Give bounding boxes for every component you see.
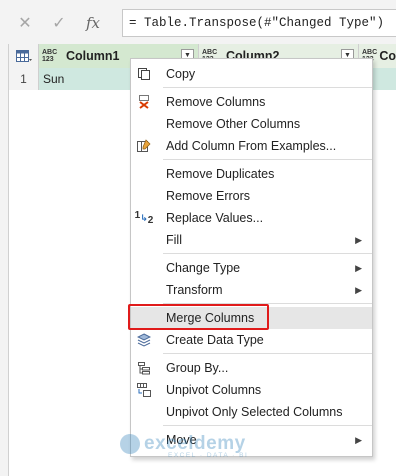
menu-item-merge-columns[interactable]: Merge Columns (131, 307, 372, 329)
cancel-formula-button[interactable]: ✕ (8, 9, 42, 37)
add-column-examples-icon (135, 138, 153, 154)
table-menu-button[interactable] (9, 44, 39, 68)
checkmark-icon: ✓ (52, 15, 66, 32)
menu-item-transform[interactable]: Transform ▶ (131, 279, 372, 301)
group-by-icon (135, 360, 153, 376)
menu-item-remove-duplicates[interactable]: Remove Duplicates (131, 163, 372, 185)
formula-bar: ✕ ✓ fx = Table.Transpose(#"Changed Type"… (0, 0, 396, 44)
menu-separator (163, 253, 372, 254)
formula-input[interactable]: = Table.Transpose(#"Changed Type") (122, 9, 396, 37)
submenu-arrow-icon: ▶ (355, 285, 362, 295)
menu-item-replace-values[interactable]: 1 ↳ 2 Replace Values... (131, 207, 372, 229)
watermark: exceldemy EXCEL · DATA · BI (120, 424, 280, 464)
copy-icon (135, 66, 153, 82)
menu-separator (163, 353, 372, 354)
menu-item-copy[interactable]: Copy (131, 63, 372, 85)
submenu-arrow-icon: ▶ (355, 235, 362, 245)
unpivot-icon (135, 382, 153, 398)
menu-item-group-by[interactable]: Group By... (131, 357, 372, 379)
menu-item-create-data-type[interactable]: Create Data Type (131, 329, 372, 351)
menu-separator (163, 87, 372, 88)
table-icon (15, 49, 32, 62)
table-cell[interactable]: Sun (43, 68, 64, 90)
menu-item-remove-columns[interactable]: Remove Columns (131, 91, 372, 113)
submenu-arrow-icon: ▶ (355, 263, 362, 273)
confirm-formula-button[interactable]: ✓ (42, 9, 76, 37)
close-icon: ✕ (18, 15, 32, 32)
watermark-subtitle: EXCEL · DATA · BI (168, 452, 249, 459)
fx-icon: fx (85, 14, 100, 32)
type-any-icon[interactable]: ABC123 (42, 49, 64, 63)
menu-item-remove-errors[interactable]: Remove Errors (131, 185, 372, 207)
column-title: Co (379, 49, 396, 63)
menu-item-add-column-from-examples[interactable]: Add Column From Examples... (131, 135, 372, 157)
menu-item-change-type[interactable]: Change Type ▶ (131, 257, 372, 279)
menu-item-remove-other-columns[interactable]: Remove Other Columns (131, 113, 372, 135)
menu-separator (163, 303, 372, 304)
column-context-menu: Copy Remove Columns Remove Other Columns… (130, 58, 373, 457)
menu-item-unpivot-only-selected-columns[interactable]: Unpivot Only Selected Columns (131, 401, 372, 423)
replace-values-icon: 1 ↳ 2 (134, 209, 154, 226)
remove-columns-icon (135, 94, 153, 110)
create-data-type-icon (135, 332, 153, 348)
submenu-arrow-icon: ▶ (355, 435, 362, 445)
column-title: Column1 (66, 49, 120, 63)
menu-item-fill[interactable]: Fill ▶ (131, 229, 372, 251)
row-number: 1 (9, 68, 39, 90)
exceldemy-logo-icon (120, 434, 140, 454)
insert-function-button[interactable]: fx (76, 9, 110, 37)
formula-buttons: ✕ ✓ fx (8, 9, 118, 37)
menu-item-unpivot-columns[interactable]: Unpivot Columns (131, 379, 372, 401)
menu-separator (163, 159, 372, 160)
